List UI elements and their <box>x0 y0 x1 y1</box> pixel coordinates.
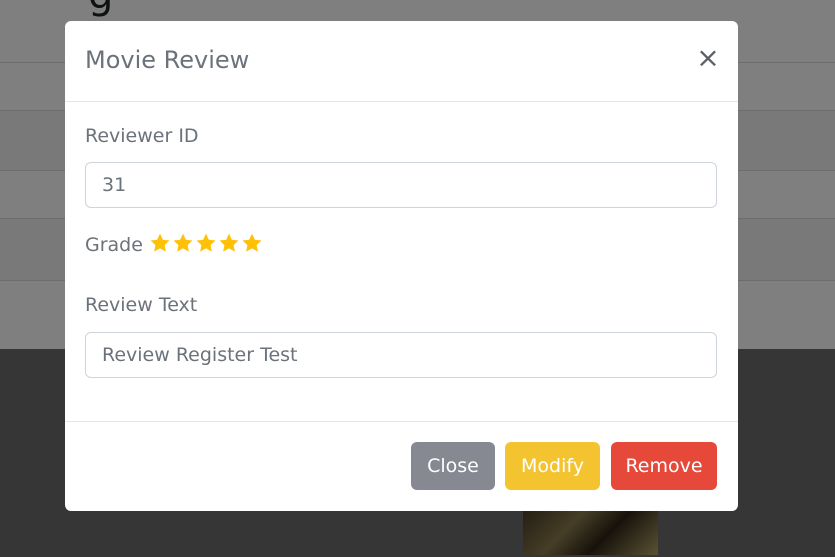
star-icon[interactable] <box>195 232 217 254</box>
star-icon[interactable] <box>172 232 194 254</box>
close-icon[interactable]: × <box>693 43 723 73</box>
modal-footer: Close Modify Remove <box>65 421 738 511</box>
star-icon[interactable] <box>218 232 240 254</box>
movie-review-modal: Movie Review × Reviewer ID Grade Review … <box>65 21 738 511</box>
grade-label: Grade <box>85 234 143 256</box>
remove-button[interactable]: Remove <box>611 442 717 490</box>
review-text-input[interactable] <box>85 332 717 378</box>
modal-title: Movie Review <box>85 46 250 74</box>
modify-button[interactable]: Modify <box>505 442 600 490</box>
star-icon[interactable] <box>241 232 263 254</box>
reviewer-id-label: Reviewer ID <box>85 125 199 147</box>
grade-row: Grade <box>85 232 264 258</box>
close-button[interactable]: Close <box>411 442 495 490</box>
star-icon[interactable] <box>149 232 171 254</box>
review-text-label: Review Text <box>85 294 198 316</box>
reviewer-id-input[interactable] <box>85 162 717 208</box>
star-rating[interactable] <box>149 232 264 258</box>
modal-header: Movie Review × <box>65 21 738 102</box>
